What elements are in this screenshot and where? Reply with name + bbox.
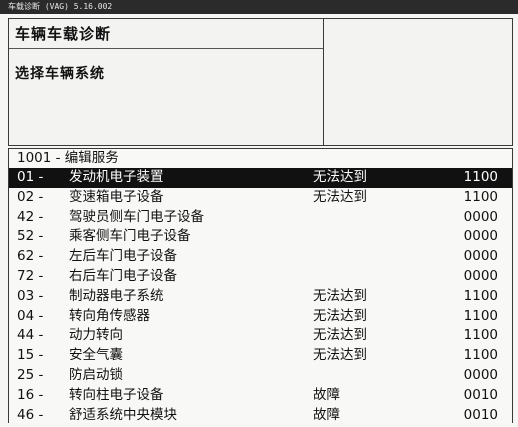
row-code: 46 - [17,406,44,423]
row-value: 0000 [463,267,498,284]
list-item-16[interactable]: 16 - 转向柱电子设备 故障 0010 [9,386,512,406]
row-code: 01 - [17,169,44,185]
row-code: 72 - [17,267,44,284]
row-name: 制动器电子系统 [69,287,164,304]
row-status: 无法达到 [313,347,367,364]
row-code: 52 - [17,228,44,245]
row-value: 0000 [463,228,498,245]
window-title-bar: 车载诊断 (VAG) 5.16.002 [0,0,518,14]
window-title: 车载诊断 (VAG) 5.16.002 [8,2,113,11]
row-value: 0000 [463,208,498,225]
row-status: 无法达到 [313,307,367,324]
row-status: 无法达到 [313,327,367,344]
row-value: 0000 [463,248,498,265]
vehicle-system-list: 1001 - 编辑服务 01 - 发动机电子装置 无法达到 1100 02 - … [8,148,513,423]
row-code: 62 - [17,248,44,265]
row-name: 防启动锁 [69,366,123,383]
row-value: 1100 [463,169,498,185]
row-value: 1100 [463,307,498,324]
list-item-25[interactable]: 25 - 防启动锁 0000 [9,366,512,386]
row-code: 04 - [17,307,44,324]
row-value: 0010 [463,406,498,423]
list-item-52[interactable]: 52 - 乘客侧车门电子设备 0000 [9,227,512,247]
row-status: 无法达到 [313,287,367,304]
row-value: 1100 [463,347,498,364]
row-value: 1100 [463,287,498,304]
list-rows: 01 - 发动机电子装置 无法达到 1100 02 - 变速箱电子设备 无法达到… [9,168,512,425]
row-name: 发动机电子装置 [69,169,164,185]
row-code: 25 - [17,366,44,383]
row-name: 舒适系统中央模块 [69,406,177,423]
row-name: 驾驶员侧车门电子设备 [69,208,204,225]
row-name: 左后车门电子设备 [69,248,177,265]
header-panel: 车辆车载诊断 选择车辆系统 [8,18,513,146]
list-item-62[interactable]: 62 - 左后车门电子设备 0000 [9,247,512,267]
row-value: 1100 [463,188,498,205]
list-item-02[interactable]: 02 - 变速箱电子设备 无法达到 1100 [9,188,512,208]
row-status: 无法达到 [313,169,367,185]
row-code: 02 - [17,188,44,205]
row-status: 故障 [313,386,340,403]
page-subtitle: 选择车辆系统 [15,66,105,82]
row-code: 03 - [17,287,44,304]
row-value: 1100 [463,327,498,344]
list-item-72[interactable]: 72 - 右后车门电子设备 0000 [9,267,512,287]
list-item-01[interactable]: 01 - 发动机电子装置 无法达到 1100 [9,168,512,188]
list-item-04[interactable]: 04 - 转向角传感器 无法达到 1100 [9,307,512,327]
row-name: 乘客侧车门电子设备 [69,228,191,245]
list-title: 1001 - 编辑服务 [17,150,119,166]
row-name: 安全气囊 [69,347,123,364]
row-value: 0000 [463,366,498,383]
page-title: 车辆车载诊断 [15,25,112,43]
list-item-03[interactable]: 03 - 制动器电子系统 无法达到 1100 [9,287,512,307]
row-status: 故障 [313,406,340,423]
list-item-42[interactable]: 42 - 驾驶员侧车门电子设备 0000 [9,208,512,228]
row-code: 42 - [17,208,44,225]
row-name: 右后车门电子设备 [69,267,177,284]
list-item-46[interactable]: 46 - 舒适系统中央模块 故障 0010 [9,406,512,426]
row-name: 转向柱电子设备 [69,386,164,403]
list-item-15[interactable]: 15 - 安全气囊 无法达到 1100 [9,346,512,366]
list-item-44[interactable]: 44 - 动力转向 无法达到 1100 [9,326,512,346]
row-code: 16 - [17,386,44,403]
row-name: 变速箱电子设备 [69,188,164,205]
row-name: 动力转向 [69,327,123,344]
row-value: 0010 [463,386,498,403]
header-info-box: 车辆车载诊断 选择车辆系统 [9,19,324,145]
row-code: 15 - [17,347,44,364]
row-code: 44 - [17,327,44,344]
row-name: 转向角传感器 [69,307,150,324]
header-divider [9,48,323,49]
row-status: 无法达到 [313,188,367,205]
